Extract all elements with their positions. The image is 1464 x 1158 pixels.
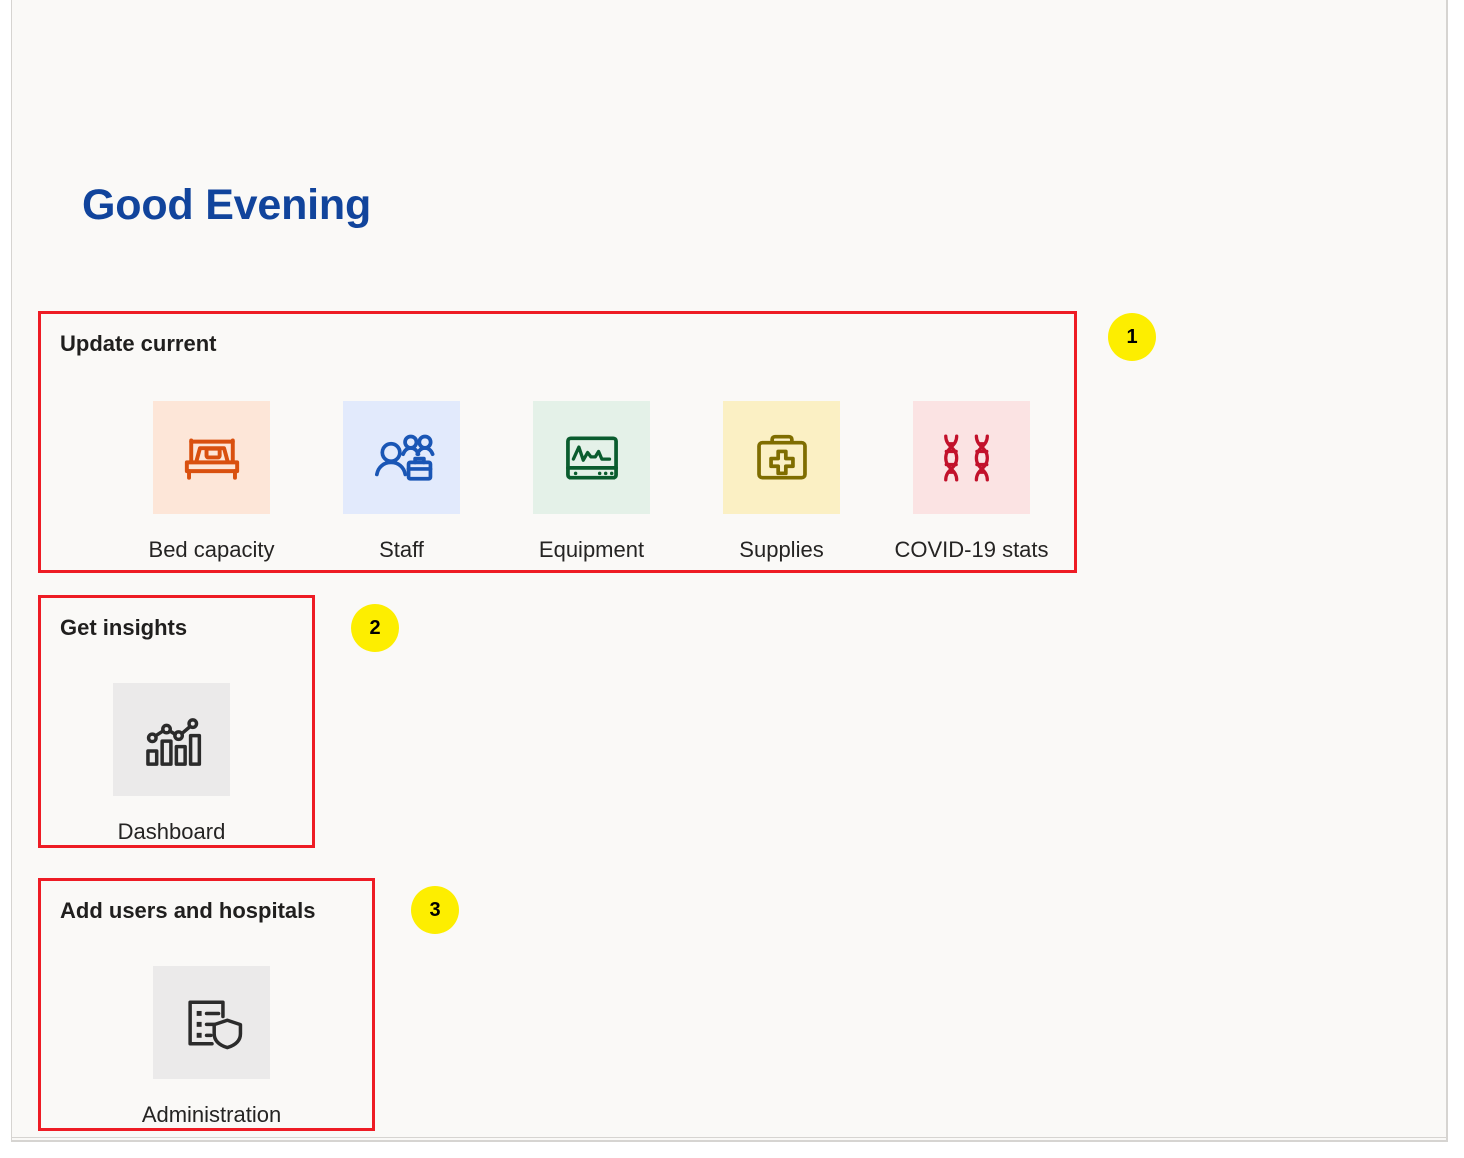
tile-supplies[interactable]: Supplies [723,401,840,563]
tile-dashboard[interactable]: Dashboard [113,683,230,845]
section-title: Get insights [60,615,188,640]
tile-label: Dashboard [117,819,226,844]
vitals-monitor-icon [533,401,650,514]
tile-label: Staff [379,537,424,562]
tile-staff[interactable]: Staff [343,401,460,563]
tile-administration[interactable]: Administration [142,966,281,1128]
tile-label: Equipment [538,537,645,562]
section-update-current: Update current Bed capacity Staff Equipm… [38,311,1077,573]
medical-kit-icon [723,401,840,514]
tile-label: COVID-19 stats [894,537,1049,562]
tile-row: Dashboard [113,683,230,845]
section-get-insights: Get insights Dashboard [38,595,315,848]
callout-badge-1: 1 [1108,313,1156,361]
bed-icon [153,401,270,514]
section-title: Add users and hospitals [60,898,316,923]
tile-equipment[interactable]: Equipment [533,401,650,563]
bottom-divider [12,1137,1447,1138]
section-title: Update current [60,331,217,356]
tile-label: Administration [141,1102,282,1127]
tile-row: Bed capacity Staff Equipment Supplies CO… [149,401,1049,563]
staff-group-icon [343,401,460,514]
tile-covid-19-stats[interactable]: COVID-19 stats [894,401,1049,563]
tile-bed-capacity[interactable]: Bed capacity [149,401,274,563]
page-title: Good Evening [82,181,372,229]
tile-row: Administration [142,966,281,1128]
tile-label: Bed capacity [148,537,275,562]
tile-label: Supplies [739,537,824,562]
callout-badge-3: 3 [411,886,459,934]
callout-badge-2: 2 [351,604,399,652]
section-add-users-and-hospitals: Add users and hospitals Administration [38,878,375,1131]
bar-chart-trend-icon [113,683,230,796]
document-shield-icon [153,966,270,1079]
dna-helix-icon [913,401,1030,514]
